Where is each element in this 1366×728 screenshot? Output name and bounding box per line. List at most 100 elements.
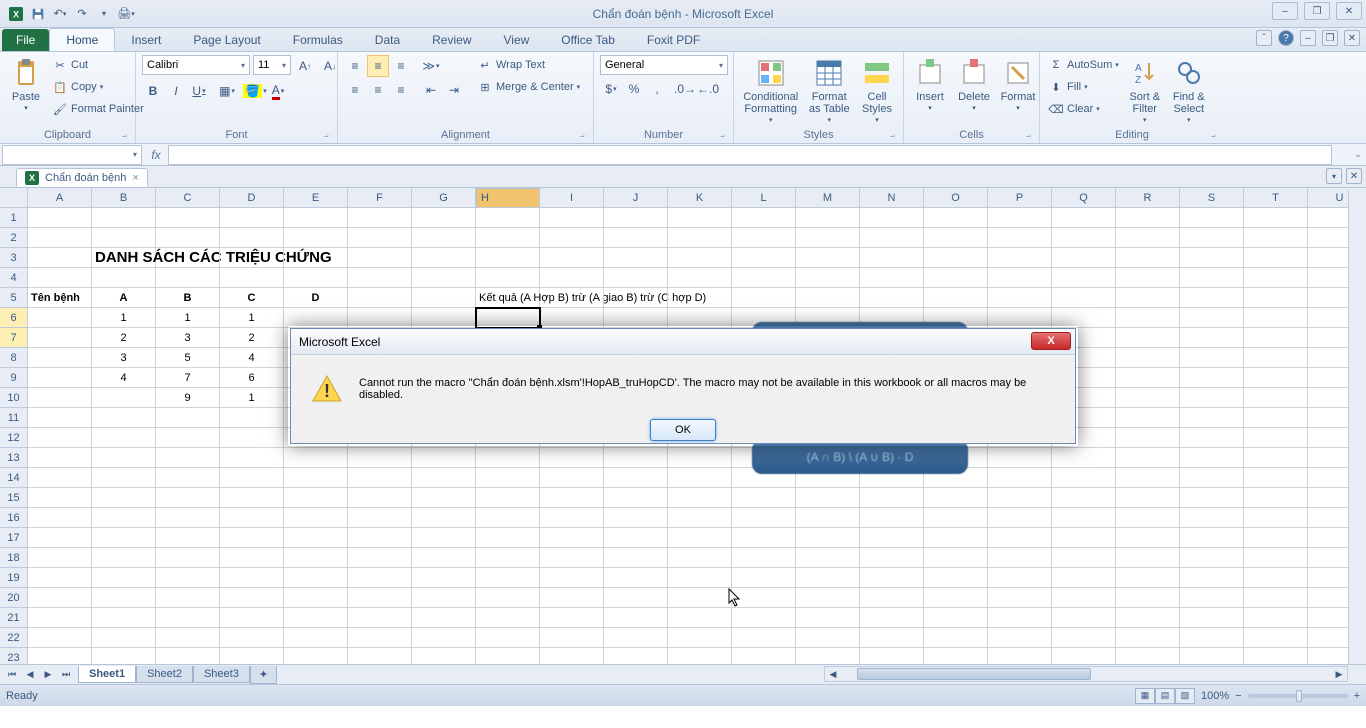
row-header[interactable]: 6 [0,308,28,328]
cell[interactable] [988,628,1052,648]
cell[interactable] [1052,528,1116,548]
cell[interactable] [796,268,860,288]
cell[interactable] [1052,608,1116,628]
fill-button[interactable]: ⬇Fill▾ [1046,77,1121,97]
cell[interactable]: 6 [220,368,284,388]
cell[interactable] [1180,228,1244,248]
hscroll-right-icon[interactable]: ▶ [1331,667,1347,681]
orientation-icon[interactable]: ≫▾ [420,55,442,77]
cell[interactable] [348,308,412,328]
cell[interactable] [1244,468,1308,488]
cell[interactable] [476,548,540,568]
cell[interactable] [1180,608,1244,628]
cell[interactable] [1180,268,1244,288]
column-header[interactable]: D [220,188,284,208]
cell[interactable] [156,508,220,528]
cell[interactable] [28,208,92,228]
cell[interactable] [156,228,220,248]
cell[interactable] [220,548,284,568]
cell[interactable] [604,648,668,664]
cell[interactable] [924,208,988,228]
hscroll-thumb[interactable] [857,668,1091,680]
row-header[interactable]: 9 [0,368,28,388]
cell[interactable] [156,628,220,648]
cell[interactable] [604,268,668,288]
currency-icon[interactable]: $▾ [600,78,622,100]
cell[interactable] [988,248,1052,268]
cell[interactable]: B [156,288,220,308]
cell[interactable] [156,548,220,568]
cell[interactable] [988,568,1052,588]
align-center-icon[interactable]: ≡ [367,79,389,101]
increase-decimal-icon[interactable]: .0→ [674,78,696,100]
align-left-icon[interactable]: ≡ [344,79,366,101]
cell[interactable] [668,248,732,268]
cell[interactable] [1116,348,1180,368]
cell[interactable] [732,528,796,548]
cell[interactable]: 2 [92,328,156,348]
cell[interactable] [668,228,732,248]
column-header[interactable]: A [28,188,92,208]
row-header[interactable]: 7 [0,328,28,348]
sheet-tab-3[interactable]: Sheet3 [193,666,250,683]
cell[interactable] [1244,228,1308,248]
format-as-table-button[interactable]: Format as Table▾ [805,55,853,127]
cell[interactable] [1244,328,1308,348]
cell[interactable] [220,268,284,288]
cell[interactable] [412,568,476,588]
cell[interactable] [732,628,796,648]
cell[interactable] [1116,608,1180,628]
cell[interactable] [412,628,476,648]
cell[interactable] [1116,408,1180,428]
cell[interactable]: DANH SÁCH CÁC TRIỆU CHỨNG [92,248,156,268]
increase-font-icon[interactable]: A↑ [294,55,316,77]
cell[interactable] [92,528,156,548]
sheet-nav-first-icon[interactable]: ⏮ [4,667,20,683]
cell[interactable] [412,528,476,548]
cell[interactable] [412,308,476,328]
cell[interactable] [668,608,732,628]
cell[interactable] [1116,548,1180,568]
cell[interactable] [924,508,988,528]
cell[interactable] [1244,448,1308,468]
cell[interactable] [604,488,668,508]
excel-icon[interactable]: X [6,4,26,24]
cell[interactable] [988,228,1052,248]
bold-button[interactable]: B [142,80,164,102]
cell[interactable] [92,588,156,608]
cell[interactable] [412,468,476,488]
cell[interactable] [732,588,796,608]
cell[interactable] [860,548,924,568]
row-header[interactable]: 23 [0,648,28,664]
cell[interactable] [540,208,604,228]
cell[interactable] [284,528,348,548]
cell[interactable] [92,228,156,248]
cell[interactable] [28,248,92,268]
cell[interactable] [476,528,540,548]
cell[interactable] [28,348,92,368]
cell[interactable] [92,508,156,528]
row-header[interactable]: 13 [0,448,28,468]
cell[interactable] [284,608,348,628]
cell[interactable]: D [284,288,348,308]
cell[interactable] [668,548,732,568]
cell[interactable] [284,648,348,664]
cell[interactable] [1244,648,1308,664]
cell[interactable] [156,568,220,588]
cell[interactable] [28,428,92,448]
cell[interactable] [1180,508,1244,528]
cell[interactable] [604,288,668,308]
cell[interactable] [924,548,988,568]
cell[interactable] [732,488,796,508]
doctab-close-icon[interactable]: ✕ [1346,168,1362,184]
fill-color-button[interactable]: 🪣▾ [244,80,266,102]
zoom-in-button[interactable]: + [1354,690,1360,702]
cell[interactable] [1116,588,1180,608]
cell[interactable] [412,608,476,628]
ok-button[interactable]: OK [650,419,716,441]
cell[interactable] [540,308,604,328]
row-header[interactable]: 18 [0,548,28,568]
cell[interactable]: 5 [156,348,220,368]
cell[interactable] [1180,288,1244,308]
cell[interactable] [28,448,92,468]
